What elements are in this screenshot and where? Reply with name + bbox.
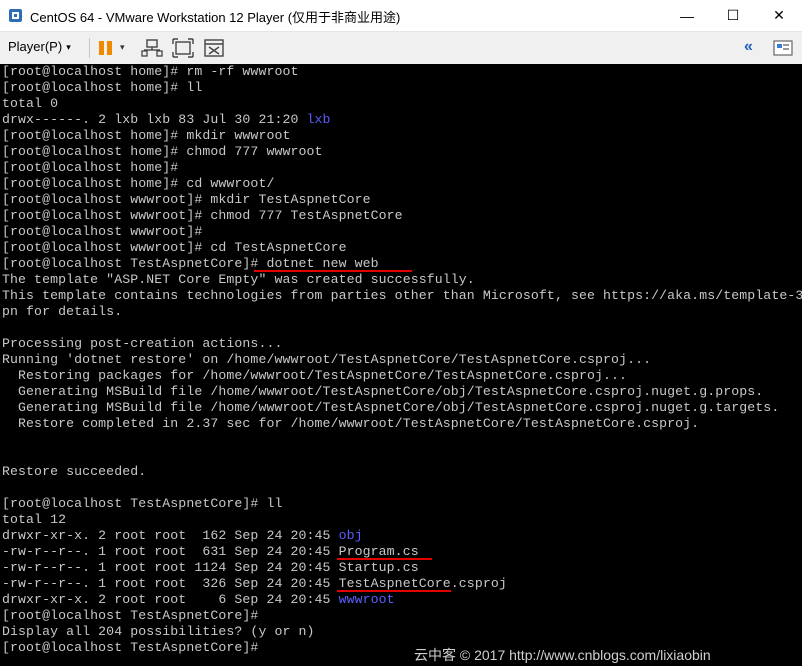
terminal-line: Generating MSBuild file /home/wwwroot/Te… — [2, 400, 779, 416]
terminal-line: Restore succeeded. — [2, 464, 146, 480]
terminal-directory-name: lxb — [306, 112, 331, 127]
terminal-line-text: [root@localhost TestAspnetCore]# — [2, 608, 259, 623]
close-icon: ✕ — [773, 7, 785, 23]
terminal-line: This template contains technologies from… — [2, 288, 802, 304]
terminal-line: [root@localhost home]# rm -rf wwwroot — [2, 64, 299, 80]
terminal-line: [root@localhost home]# — [2, 160, 178, 176]
terminal-line: total 0 — [2, 96, 58, 112]
terminal-line-text: [root@localhost home]# rm -rf wwwroot — [2, 64, 299, 79]
pause-icon[interactable] — [96, 38, 118, 58]
fullscreen-icon[interactable] — [172, 38, 194, 58]
terminal-line: The template "ASP.NET Core Empty" was cr… — [2, 272, 475, 288]
terminal-line-text: -rw-r--r--. 1 root root 631 Sep 24 20:45… — [2, 544, 419, 559]
terminal-line-text: Restoring packages for /home/wwwroot/Tes… — [2, 368, 628, 383]
terminal-directory-name: obj — [338, 528, 363, 543]
terminal-line-text: Generating MSBuild file /home/wwwroot/Te… — [2, 400, 780, 415]
terminal-line-text: drwxr-xr-x. 2 root root 6 Sep 24 20:45 — [2, 592, 339, 607]
terminal-line-text: -rw-r--r--. 1 root root 326 Sep 24 20:45… — [2, 576, 507, 591]
terminal-line-text: Processing post-creation actions... — [2, 336, 283, 351]
terminal-directory-name: wwwroot — [338, 592, 395, 607]
terminal-line-text: [root@localhost home]# cd wwwroot/ — [2, 176, 275, 191]
terminal-line-text: Generating MSBuild file /home/wwwroot/Te… — [2, 384, 764, 399]
terminal-line-text: drwxr-xr-x. 2 root root 162 Sep 24 20:45 — [2, 528, 339, 543]
terminal-line-text: Restore completed in 2.37 sec for /home/… — [2, 416, 700, 431]
terminal-line-text: Restore succeeded. — [2, 464, 147, 479]
vm-thumbnail-icon[interactable] — [772, 38, 794, 58]
terminal-line-text: -rw-r--r--. 1 root root 1124 Sep 24 20:4… — [2, 560, 419, 575]
terminal-line-text: Display all 204 possibilities? (y or n) — [2, 624, 315, 639]
annotation-underline-dotnet-new-web — [254, 270, 412, 272]
terminal-line-text: [root@localhost TestAspnetCore]# — [2, 640, 259, 655]
player-menu-button[interactable]: Player(P) ▾ — [8, 39, 71, 54]
terminal-line-text: [root@localhost home]# ll — [2, 80, 203, 95]
terminal-line-text: Running 'dotnet restore' on /home/wwwroo… — [2, 352, 652, 367]
terminal-line: [root@localhost home]# mkdir wwwroot — [2, 128, 291, 144]
terminal-line-text: [root@localhost home]# — [2, 160, 179, 175]
watermark-text: 云中客 © 2017 http://www.cnblogs.com/lixiao… — [414, 647, 711, 663]
toolbar-divider — [89, 38, 90, 58]
terminal-line: [root@localhost wwwroot]# — [2, 224, 202, 240]
close-button[interactable]: ✕ — [756, 0, 802, 31]
network-devices-icon[interactable] — [141, 38, 163, 58]
terminal-line: drwx------. 2 lxb lxb 83 Jul 30 21:20 lx… — [2, 112, 331, 128]
terminal-line-text: [root@localhost wwwroot]# chmod 777 Test… — [2, 208, 403, 223]
minimize-button[interactable]: — — [664, 0, 710, 31]
maximize-button[interactable]: ☐ — [710, 0, 756, 31]
minimize-icon: — — [680, 7, 694, 24]
terminal-line: Restoring packages for /home/wwwroot/Tes… — [2, 368, 627, 384]
terminal-line: [root@localhost wwwroot]# cd TestAspnetC… — [2, 240, 347, 256]
terminal-line-text: [root@localhost TestAspnetCore]# dotnet … — [2, 256, 379, 271]
terminal-line: drwxr-xr-x. 2 root root 6 Sep 24 20:45 w… — [2, 592, 395, 608]
terminal-line: [root@localhost TestAspnetCore]# — [2, 608, 258, 624]
terminal-line: pn for details. — [2, 304, 122, 320]
collapse-toolbar-icon[interactable]: « — [744, 38, 753, 56]
terminal-line: [root@localhost TestAspnetCore]# ll — [2, 496, 282, 512]
terminal-line: drwxr-xr-x. 2 root root 162 Sep 24 20:45… — [2, 528, 363, 544]
terminal-line-text: [root@localhost wwwroot]# — [2, 224, 203, 239]
terminal-line: [root@localhost home]# cd wwwroot/ — [2, 176, 274, 192]
terminal-line: -rw-r--r--. 1 root root 1124 Sep 24 20:4… — [2, 560, 419, 576]
terminal-line-text: [root@localhost TestAspnetCore]# ll — [2, 496, 283, 511]
terminal-line: Processing post-creation actions... — [2, 336, 282, 352]
terminal-line: Running 'dotnet restore' on /home/wwwroo… — [2, 352, 651, 368]
annotation-underline-program-cs — [337, 558, 432, 560]
terminal-line-text: pn for details. — [2, 304, 123, 319]
terminal-line: [root@localhost wwwroot]# chmod 777 Test… — [2, 208, 403, 224]
vmware-player-window: CentOS 64 - VMware Workstation 12 Player… — [0, 0, 802, 666]
terminal-line: Generating MSBuild file /home/wwwroot/Te… — [2, 384, 763, 400]
terminal-line: Display all 204 possibilities? (y or n) — [2, 624, 315, 640]
terminal-line-text: This template contains technologies from… — [2, 288, 802, 303]
window-title: CentOS 64 - VMware Workstation 12 Player… — [30, 10, 401, 25]
terminal-line-text: total 0 — [2, 96, 59, 111]
terminal-line-text: total 12 — [2, 512, 67, 527]
terminal-line-text: drwx------. 2 lxb lxb 83 Jul 30 21:20 — [2, 112, 307, 127]
terminal-line: [root@localhost home]# chmod 777 wwwroot — [2, 144, 323, 160]
terminal-line-text: [root@localhost home]# chmod 777 wwwroot — [2, 144, 323, 159]
terminal-line: [root@localhost wwwroot]# mkdir TestAspn… — [2, 192, 371, 208]
terminal-line-text: [root@localhost wwwroot]# cd TestAspnetC… — [2, 240, 347, 255]
player-menu-label: Player(P) — [8, 39, 63, 54]
terminal-line-text: [root@localhost home]# mkdir wwwroot — [2, 128, 291, 143]
terminal-console[interactable]: [root@localhost home]# rm -rf wwwroot [ro… — [0, 64, 802, 666]
chevron-down-icon: ▾ — [66, 42, 71, 53]
terminal-line-text: The template "ASP.NET Core Empty" was cr… — [2, 272, 475, 287]
title-bar: CentOS 64 - VMware Workstation 12 Player… — [0, 0, 802, 32]
terminal-line: Restore completed in 2.37 sec for /home/… — [2, 416, 699, 432]
terminal-line: [root@localhost TestAspnetCore]# — [2, 640, 258, 656]
vmware-app-icon — [9, 9, 22, 22]
terminal-line-text: [root@localhost wwwroot]# mkdir TestAspn… — [2, 192, 371, 207]
annotation-underline-csproj — [337, 590, 451, 592]
terminal-line: total 12 — [2, 512, 66, 528]
player-toolbar: Player(P) ▾ ▾ « — [0, 32, 802, 65]
terminal-line: [root@localhost home]# ll — [2, 80, 202, 96]
unity-icon[interactable] — [203, 38, 225, 58]
pause-dropdown-icon[interactable]: ▾ — [120, 42, 125, 53]
maximize-icon: ☐ — [726, 7, 740, 23]
